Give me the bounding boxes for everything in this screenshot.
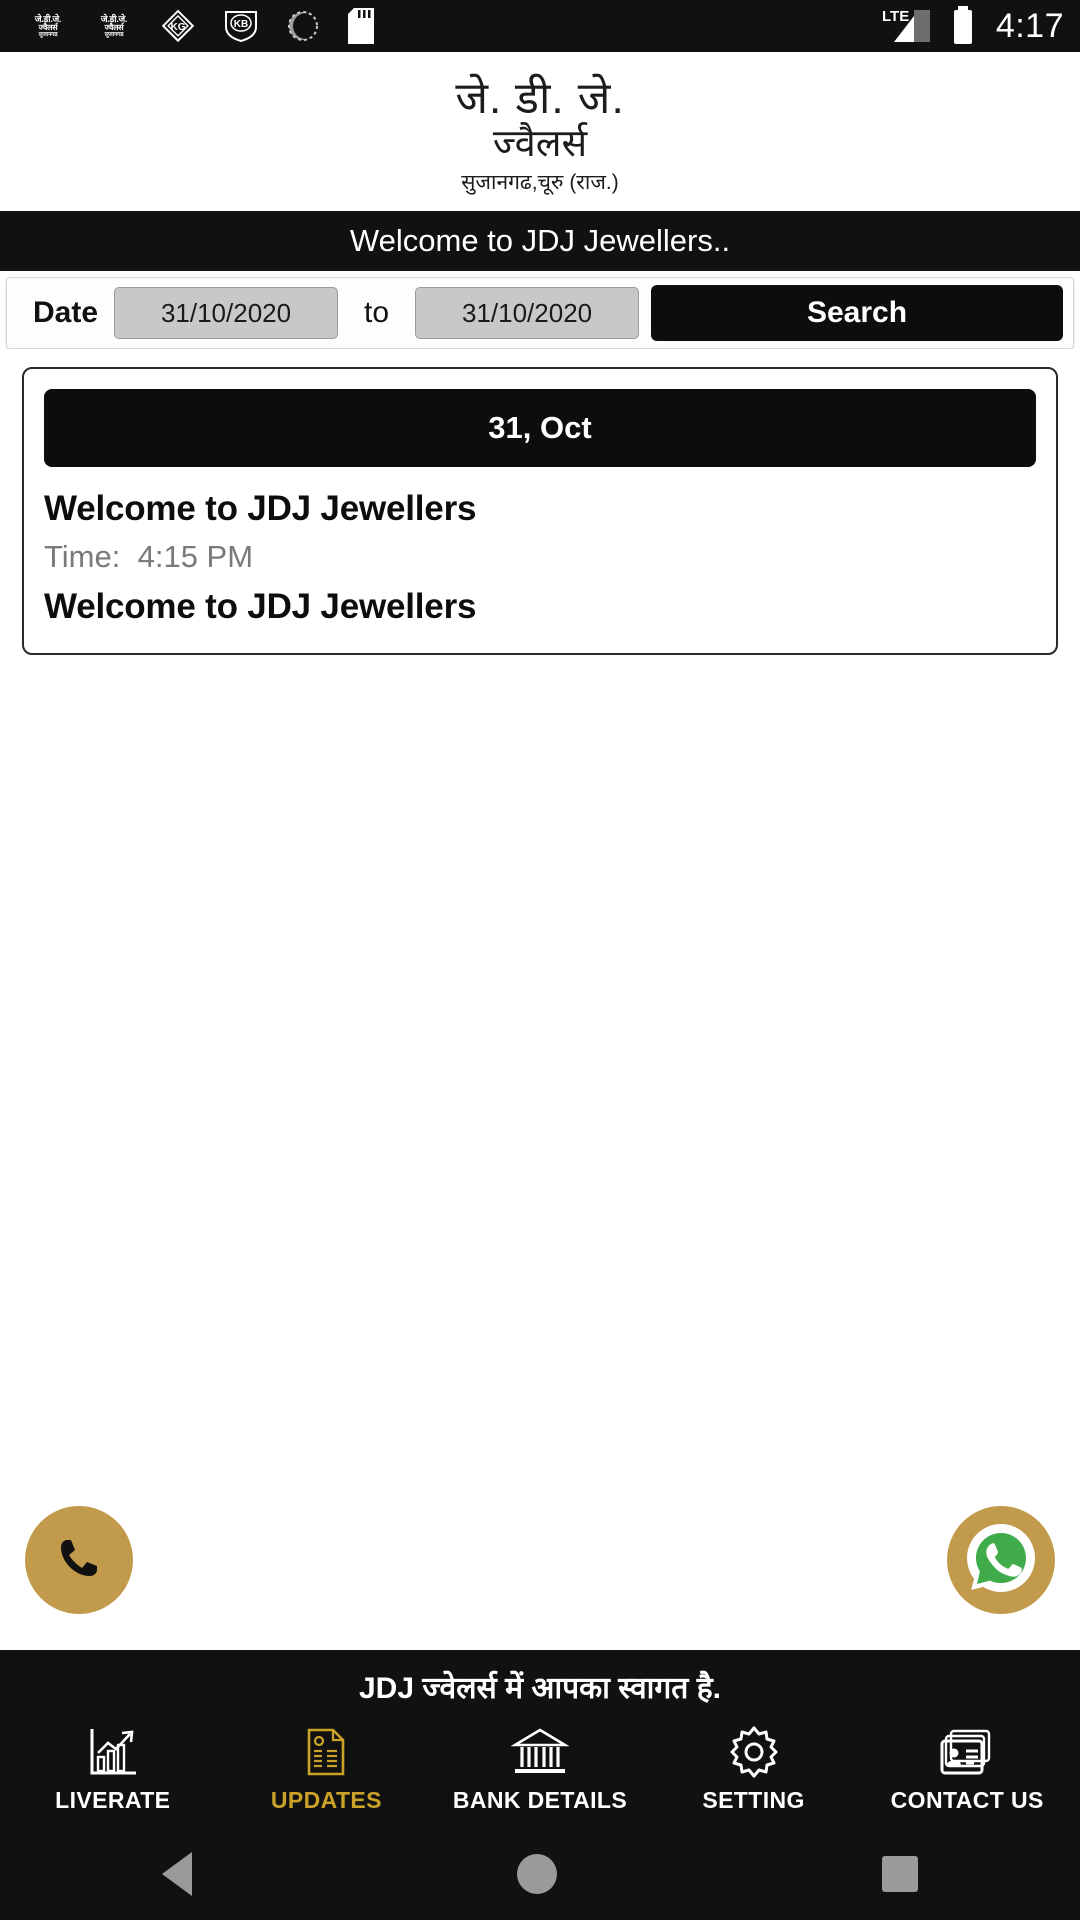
nav-item-liverate[interactable]: LIVERATE — [13, 1721, 213, 1814]
footer: JDJ ज्वेलर्स में आपका स्वागत है. LIVERAT… — [0, 1650, 1080, 1828]
phone-icon — [51, 1530, 107, 1591]
kb-shield-notification-icon: KB — [222, 9, 260, 43]
to-date-input[interactable]: 31/10/2020 — [415, 287, 640, 340]
svg-text:KB: KB — [234, 19, 248, 30]
update-card-time: Time: 4:15 PM — [44, 539, 1036, 575]
lte-label: LTE — [882, 8, 909, 25]
status-clock: 4:17 — [995, 6, 1064, 45]
jdj-app-notification-icon-2: जे.डी.जे. ज्वैलर्स सुजानगढ — [100, 13, 128, 38]
date-search-row: Date 31/10/2020 to 31/10/2020 Search — [6, 277, 1074, 350]
document-list-icon — [299, 1721, 353, 1779]
from-date-input[interactable]: 31/10/2020 — [114, 287, 339, 340]
nav-label-updates: UPDATES — [270, 1787, 382, 1813]
jdj-app-notification-icon: जे.डी.जे. ज्वैलर्स सुजानगढ — [34, 13, 62, 38]
whatsapp-icon — [963, 1520, 1039, 1601]
gear-icon — [727, 1721, 781, 1779]
update-card-date-header: 31, Oct — [44, 389, 1036, 468]
update-card-title: Welcome to JDJ Jewellers — [44, 489, 477, 529]
app-screen: जे.डी.जे. ज्वैलर्स सुजानगढ जे.डी.जे. ज्व… — [0, 0, 1080, 1920]
nav-label-liverate: LIVERATE — [55, 1787, 171, 1813]
home-icon[interactable] — [516, 1854, 557, 1894]
nav-label-setting: SETTING — [702, 1787, 805, 1813]
nav-item-contact-us[interactable]: CONTACT US — [867, 1721, 1067, 1814]
welcome-marquee-text: Welcome to JDJ Jewellers.. — [349, 223, 731, 259]
logo-brand-initials: जे. डी. जे. — [455, 74, 625, 123]
status-notification-icons: जे.डी.जे. ज्वैलर्स सुजानगढ जे.डी.जे. ज्व… — [28, 7, 878, 45]
svg-text:KG: KG — [171, 22, 186, 33]
footer-marquee-text: JDJ ज्वेलर्स में आपका स्वागत है. — [359, 1672, 721, 1705]
status-bar: जे.डी.जे. ज्वैलर्स सुजानगढ जे.डी.जे. ज्व… — [0, 0, 1080, 52]
contact-card-icon — [939, 1721, 995, 1779]
to-label: to — [364, 296, 390, 330]
battery-full-icon — [950, 4, 976, 48]
back-icon[interactable] — [162, 1852, 193, 1896]
lte-signal-icon: LTE — [878, 4, 936, 48]
android-system-nav — [0, 1828, 1080, 1920]
search-button[interactable]: Search — [651, 285, 1063, 342]
nav-label-contact-us: CONTACT US — [890, 1787, 1044, 1813]
call-fab-button[interactable] — [25, 1506, 133, 1614]
time-label: Time: — [44, 539, 121, 575]
time-value: 4:15 PM — [137, 539, 254, 575]
logo-brand-name: ज्वैलर्स — [492, 123, 588, 166]
bank-icon — [510, 1721, 569, 1779]
growth-chart-icon — [86, 1721, 140, 1779]
update-card-message: Welcome to JDJ Jewellers — [44, 587, 477, 627]
status-system-icons: LTE 4:17 — [878, 4, 1064, 48]
app-logo-header: जे. डी. जे. ज्वैलर्स सुजानगढ,चूरु (राज.) — [0, 52, 1080, 212]
date-label: Date — [33, 296, 99, 330]
welcome-marquee-bar: Welcome to JDJ Jewellers.. — [0, 211, 1080, 272]
sd-card-notification-icon — [346, 7, 376, 45]
update-card[interactable]: 31, Oct Welcome to JDJ Jewellers Time: 4… — [22, 367, 1058, 656]
logo-brand-location: सुजानगढ,चूरु (राज.) — [461, 170, 619, 194]
nav-item-setting[interactable]: SETTING — [654, 1721, 854, 1814]
nav-label-bank-details: BANK DETAILS — [452, 1787, 628, 1813]
bottom-navigation: LIVERATE UPDATES BANK DETAILS SETTING CO… — [0, 1721, 1080, 1828]
updates-content-area: 31, Oct Welcome to JDJ Jewellers Time: 4… — [0, 349, 1080, 1650]
recents-icon[interactable] — [881, 1856, 918, 1892]
kg-diamond-notification-icon: KG — [160, 8, 196, 44]
whatsapp-fab-button[interactable] — [947, 1506, 1055, 1614]
sync-progress-notification-icon — [286, 9, 320, 43]
nav-item-bank-details[interactable]: BANK DETAILS — [440, 1721, 640, 1814]
nav-item-updates[interactable]: UPDATES — [226, 1721, 426, 1814]
